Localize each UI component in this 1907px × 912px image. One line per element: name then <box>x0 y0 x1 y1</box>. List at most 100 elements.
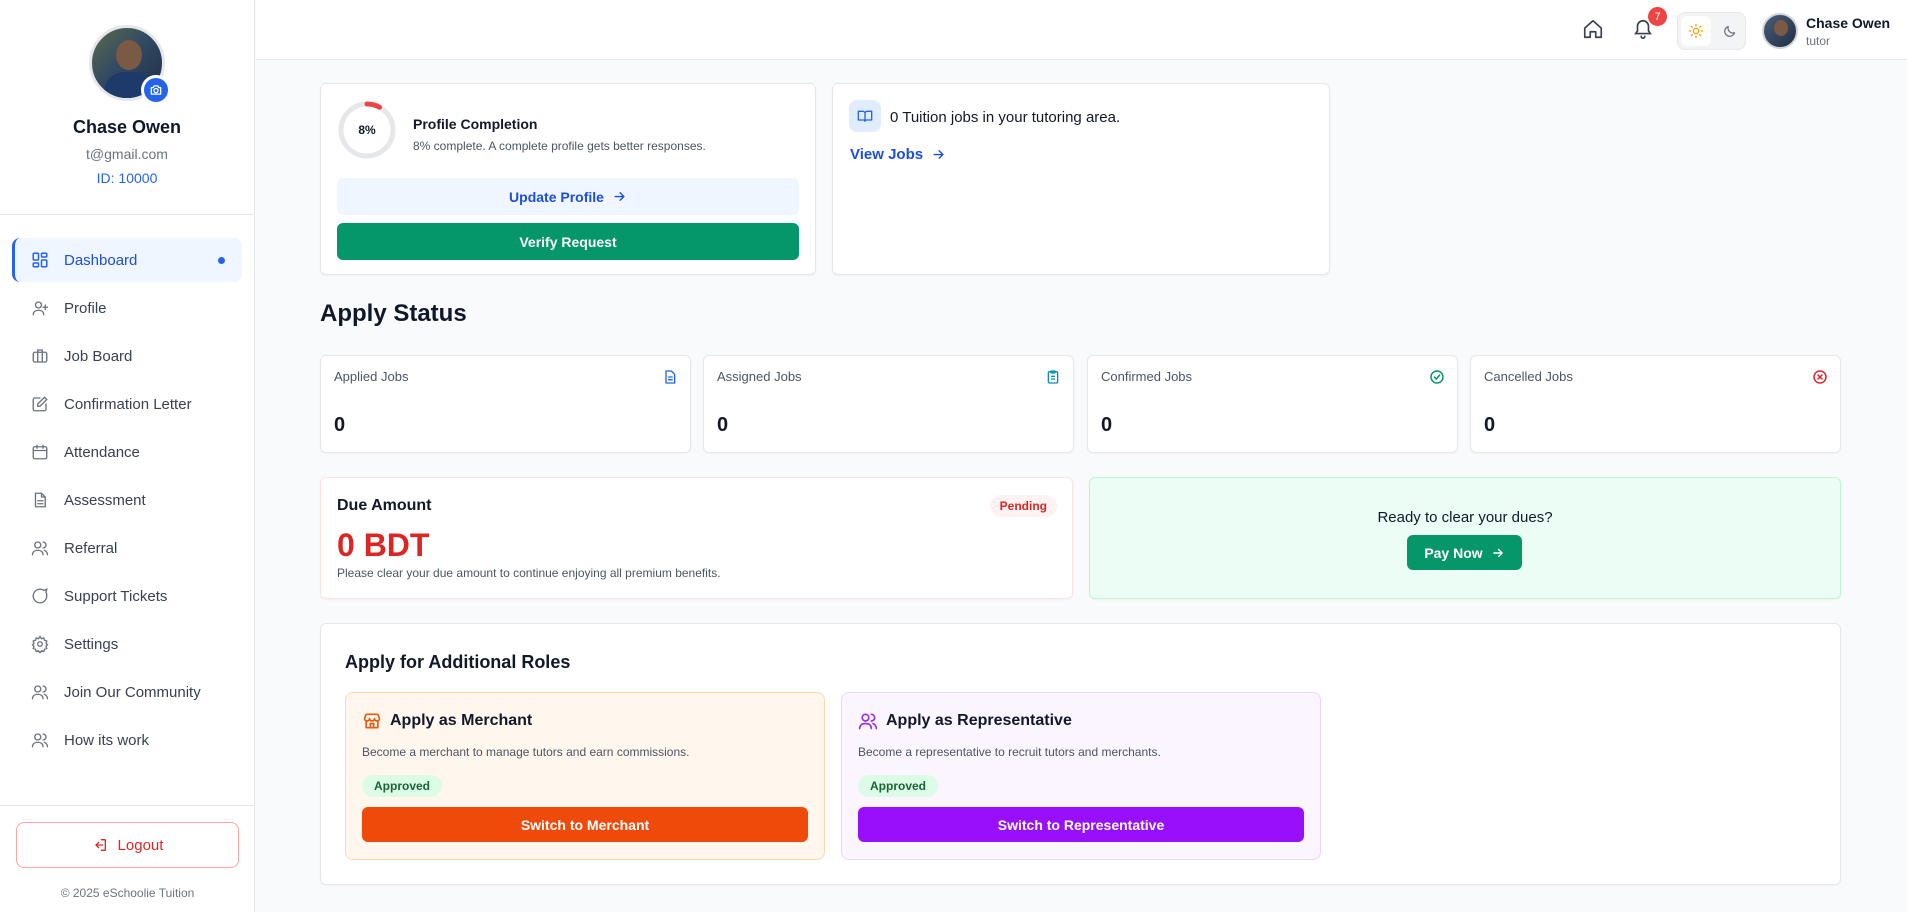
sidebar-user-id: ID: 10000 <box>96 170 158 186</box>
stat-value: 0 <box>717 414 729 436</box>
sidebar-item-label: Confirmation Letter <box>64 395 192 413</box>
merchant-role-box: Apply as Merchant Become a merchant to m… <box>345 692 825 860</box>
header-user-name[interactable]: Chase Owen <box>1806 15 1890 31</box>
logout-label: Logout <box>117 836 164 854</box>
stat-label: Assigned Jobs <box>717 369 802 384</box>
header-user-role: tutor <box>1806 34 1831 48</box>
edit-icon <box>30 394 50 414</box>
status-badge: Pending <box>989 495 1057 517</box>
additional-roles-card: Apply for Additional Roles Apply as Merc… <box>320 623 1841 885</box>
book-icon <box>849 100 881 132</box>
gear-icon <box>30 634 50 654</box>
sidebar-item-label: Profile <box>64 299 107 317</box>
due-amount-value: 0 BDT <box>337 527 430 563</box>
due-amount-note: Please clear your due amount to continue… <box>337 566 721 580</box>
switch-to-merchant-button[interactable]: Switch to Merchant <box>362 807 808 842</box>
tuition-jobs-text: 0 Tuition jobs in your tutoring area. <box>890 109 1121 126</box>
verify-request-button[interactable]: Verify Request <box>337 223 799 260</box>
status-badge: Approved <box>362 775 443 797</box>
user-plus-icon <box>30 298 50 318</box>
calendar-icon <box>30 442 50 462</box>
sidebar-profile: Chase Owen t@gmail.com ID: 10000 <box>0 0 254 215</box>
stat-label: Applied Jobs <box>334 369 409 384</box>
sidebar-item-dashboard[interactable]: Dashboard <box>12 238 242 282</box>
document-icon <box>30 490 50 510</box>
sidebar-item-label: Referral <box>64 539 118 557</box>
sidebar-item-confirmation-letter[interactable]: Confirmation Letter <box>12 382 242 426</box>
stat-label: Confirmed Jobs <box>1101 369 1193 384</box>
profile-completion-subtitle: 8% complete. A complete profile gets bet… <box>413 139 706 153</box>
stat-value: 0 <box>334 414 346 436</box>
stat-card-confirmed[interactable]: Confirmed Jobs 0 <box>1087 355 1458 453</box>
additional-roles-title: Apply for Additional Roles <box>345 652 571 672</box>
users-icon <box>30 682 50 702</box>
pay-dues-card: Ready to clear your dues? Pay Now <box>1089 477 1841 599</box>
camera-icon[interactable] <box>141 75 171 105</box>
briefcase-icon <box>30 346 50 366</box>
representative-role-box: Apply as Representative Become a represe… <box>841 692 1321 860</box>
tuition-jobs-card: 0 Tuition jobs in your tutoring area. Vi… <box>832 83 1330 275</box>
view-jobs-link[interactable]: View Jobs <box>850 146 946 163</box>
users-icon <box>30 730 50 750</box>
profile-completion-title: Profile Completion <box>413 116 538 132</box>
sidebar-item-label: Assessment <box>64 491 146 509</box>
sidebar-item-job-board[interactable]: Job Board <box>12 334 242 378</box>
check-circle-icon <box>1430 370 1444 384</box>
sidebar-item-label: Join Our Community <box>64 683 201 701</box>
representative-role-description: Become a representative to recruit tutor… <box>858 745 1161 759</box>
sidebar-avatar-wrap <box>89 25 171 105</box>
stat-label: Cancelled Jobs <box>1484 369 1573 384</box>
representative-role-title: Apply as Representative <box>886 712 1072 729</box>
pay-dues-question: Ready to clear your dues? <box>1377 509 1553 526</box>
header-avatar[interactable] <box>1762 13 1798 49</box>
stat-card-assigned[interactable]: Assigned Jobs 0 <box>703 355 1074 453</box>
stat-card-applied[interactable]: Applied Jobs 0 <box>320 355 691 453</box>
sidebar-item-label: Job Board <box>64 347 133 365</box>
arrow-right-icon <box>1492 548 1503 557</box>
progress-percent: 8% <box>358 123 376 137</box>
clipboard-icon <box>1047 370 1059 384</box>
logout-button[interactable]: Logout <box>16 822 239 868</box>
status-badge: Approved <box>858 775 939 797</box>
sidebar-item-settings[interactable]: Settings <box>12 622 242 666</box>
sidebar: Chase Owen t@gmail.com ID: 10000 Dashboa… <box>0 0 255 912</box>
chat-icon <box>30 586 50 606</box>
sidebar-item-label: Attendance <box>64 443 140 461</box>
apply-status-title: Apply Status <box>320 300 467 327</box>
sidebar-user-name: Chase Owen <box>72 117 182 137</box>
sidebar-item-attendance[interactable]: Attendance <box>12 430 242 474</box>
arrow-right-icon <box>933 150 944 159</box>
moon-icon[interactable] <box>1714 16 1744 46</box>
sidebar-nav: Dashboard Profile Job Board Confirmation… <box>0 215 254 762</box>
sidebar-item-label: How its work <box>64 731 150 749</box>
view-jobs-label: View Jobs <box>850 146 924 163</box>
arrow-right-icon <box>614 192 625 201</box>
stat-value: 0 <box>1484 414 1496 436</box>
due-amount-card: Due Amount Pending 0 BDT Please clear yo… <box>320 477 1073 599</box>
pay-now-label: Pay Now <box>1424 544 1483 561</box>
sidebar-item-label: Support Tickets <box>64 587 168 605</box>
sidebar-item-referral[interactable]: Referral <box>12 526 242 570</box>
merchant-role-title: Apply as Merchant <box>390 712 533 729</box>
due-amount-title: Due Amount <box>337 497 432 514</box>
active-indicator <box>218 257 225 264</box>
sidebar-item-how-its-work[interactable]: How its work <box>12 718 242 762</box>
logout-icon <box>94 839 106 851</box>
sidebar-item-assessment[interactable]: Assessment <box>12 478 242 522</box>
update-profile-label: Update Profile <box>509 188 604 205</box>
sidebar-item-support-tickets[interactable]: Support Tickets <box>12 574 242 618</box>
switch-to-representative-button[interactable]: Switch to Representative <box>858 807 1304 842</box>
dashboard-icon <box>30 250 50 270</box>
update-profile-button[interactable]: Update Profile <box>337 178 799 215</box>
stat-card-cancelled[interactable]: Cancelled Jobs 0 <box>1470 355 1841 453</box>
sidebar-item-profile[interactable]: Profile <box>12 286 242 330</box>
stat-value: 0 <box>1101 414 1113 436</box>
theme-toggle[interactable] <box>1677 12 1746 50</box>
home-icon[interactable] <box>1582 18 1604 45</box>
sidebar-item-label: Settings <box>64 635 119 653</box>
pay-now-button[interactable]: Pay Now <box>1407 535 1522 570</box>
sidebar-footer: Logout © 2025 eSchoolie Tuition <box>0 805 255 912</box>
sun-icon[interactable] <box>1681 16 1711 46</box>
sidebar-item-join-community[interactable]: Join Our Community <box>12 670 242 714</box>
notification-badge: 7 <box>1648 7 1667 26</box>
